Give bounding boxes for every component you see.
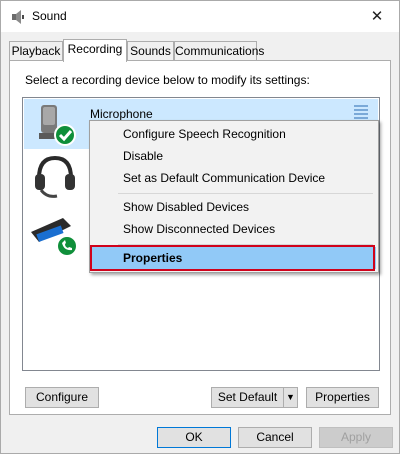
speakerphone-icon [31, 218, 78, 257]
cancel-button[interactable]: Cancel [238, 427, 312, 448]
set-default-button[interactable]: Set Default [211, 387, 284, 408]
context-menu: Configure Speech Recognition Disable Set… [89, 120, 379, 273]
properties-button[interactable]: Properties [306, 387, 379, 408]
instruction-text: Select a recording device below to modif… [25, 73, 310, 87]
speaker-icon [12, 10, 24, 24]
set-default-dropdown-arrow[interactable]: ▼ [283, 387, 298, 408]
configure-button[interactable]: Configure [25, 387, 99, 408]
apply-button: Apply [319, 427, 393, 448]
menu-item-configure-speech[interactable]: Configure Speech Recognition [92, 123, 376, 145]
headset-icon [35, 155, 75, 198]
menu-separator [118, 193, 373, 194]
menu-item-show-disconnected[interactable]: Show Disconnected Devices [92, 218, 376, 240]
window-title: Sound [32, 9, 67, 23]
tab-playback[interactable]: Playback [9, 41, 63, 61]
tab-communications[interactable]: Communications [174, 41, 264, 61]
device-label: Microphone [90, 107, 153, 121]
title-bar: Sound ✕ [1, 1, 399, 32]
tab-recording[interactable]: Recording [63, 39, 127, 62]
menu-item-disable[interactable]: Disable [92, 145, 376, 167]
ok-button[interactable]: OK [157, 427, 231, 448]
menu-item-show-disabled[interactable]: Show Disabled Devices [92, 196, 376, 218]
microphone-icon [39, 105, 76, 146]
close-button[interactable]: ✕ [355, 1, 399, 32]
tab-sounds[interactable]: Sounds [127, 41, 174, 61]
menu-item-properties[interactable]: Properties [92, 247, 376, 269]
menu-separator [118, 244, 373, 245]
menu-item-set-default-communication[interactable]: Set as Default Communication Device [92, 167, 376, 189]
